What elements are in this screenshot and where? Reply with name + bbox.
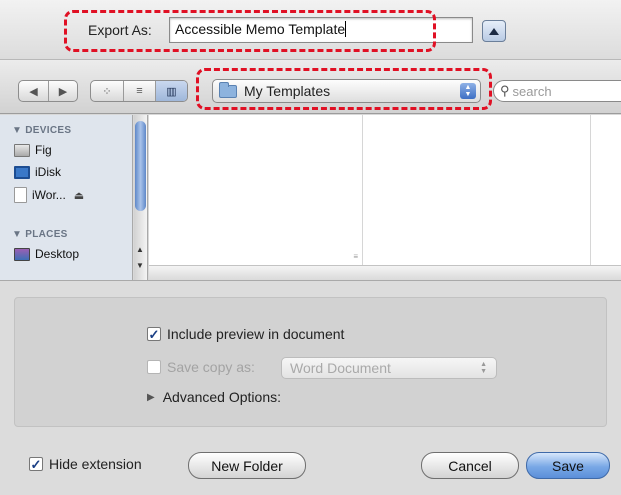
hide-extension-checkbox[interactable]: ✓ Hide extension xyxy=(29,456,142,472)
sidebar-item-label: Fig xyxy=(35,143,52,157)
sidebar-item-label: Desktop xyxy=(35,247,80,261)
column-resize-grip[interactable]: ≡ xyxy=(353,252,358,261)
text-caret xyxy=(345,21,347,37)
checkmark-icon: ✓ xyxy=(147,326,161,342)
sidebar-header-places: ▼ PLACES xyxy=(12,229,68,240)
popup-arrows-icon: ▲ ▼ xyxy=(480,361,487,375)
save-copy-checkbox[interactable]: Save copy as: xyxy=(147,359,255,375)
forward-arrow-icon[interactable]: ▶ xyxy=(48,81,77,101)
location-popup[interactable]: My Templates ▲ ▼ xyxy=(212,79,481,103)
location-label: My Templates xyxy=(244,83,331,99)
include-preview-checkbox[interactable]: ✓ Include preview in document xyxy=(147,326,344,342)
save-copy-label: Save copy as: xyxy=(167,359,255,375)
collapse-toggle-button[interactable] xyxy=(482,20,506,42)
sidebar-item-idisk[interactable]: iDisk xyxy=(14,165,61,179)
checkmark-icon: ✓ xyxy=(29,456,43,472)
icon-view-icon[interactable]: ⁘ xyxy=(91,81,123,101)
browser-column[interactable] xyxy=(363,115,591,265)
column-view-icon[interactable]: ▥ xyxy=(155,81,187,101)
search-icon: ⚲ xyxy=(500,83,510,98)
disk-image-icon xyxy=(14,187,27,203)
scroll-up-icon[interactable]: ▲ xyxy=(136,245,144,254)
cancel-button[interactable]: Cancel xyxy=(421,452,519,479)
browser-toolbar: ◀ ▶ ⁘ ≡ ▥ My Templates ▲ ▼ ⚲ search xyxy=(0,60,621,114)
scroll-down-icon[interactable]: ▼ xyxy=(136,261,144,270)
hide-extension-label: Hide extension xyxy=(49,456,142,472)
view-mode-control: ⁘ ≡ ▥ xyxy=(90,80,188,102)
browser-column[interactable]: ≡ xyxy=(149,115,363,265)
eject-icon[interactable]: ⏏ xyxy=(74,189,84,202)
search-placeholder: search xyxy=(512,83,552,99)
export-filename-input[interactable]: Accessible Memo Template xyxy=(169,17,473,43)
idisk-icon xyxy=(14,165,30,179)
export-bar: Export As: Accessible Memo Template xyxy=(0,0,621,60)
folder-icon xyxy=(219,81,237,98)
sidebar-item-label: iDisk xyxy=(35,165,61,179)
desktop-icon xyxy=(14,247,30,261)
horizontal-scrollbar[interactable] xyxy=(149,265,621,280)
export-filename-text: Accessible Memo Template xyxy=(175,21,346,37)
save-button[interactable]: Save xyxy=(526,452,610,479)
back-forward-control: ◀ ▶ xyxy=(18,80,78,102)
include-preview-label: Include preview in document xyxy=(167,326,345,342)
sidebar: ▼ DEVICES Fig iDisk iWor... ⏏ ▼ PLACES D… xyxy=(0,115,133,280)
list-view-icon[interactable]: ≡ xyxy=(123,81,155,101)
column-browser[interactable]: ≡ xyxy=(149,115,621,280)
sidebar-item-iwork[interactable]: iWor... ⏏ xyxy=(14,187,84,203)
hard-drive-icon xyxy=(14,143,30,157)
format-popup[interactable]: Word Document ▲ ▼ xyxy=(281,357,497,379)
scrollbar-thumb[interactable] xyxy=(135,121,146,211)
advanced-options-disclosure[interactable]: ▶ Advanced Options: xyxy=(147,389,281,405)
triangle-up-icon xyxy=(489,27,499,35)
sidebar-item-desktop[interactable]: Desktop xyxy=(14,247,79,261)
export-as-label: Export As: xyxy=(88,22,152,38)
sidebar-item-label: iWor... xyxy=(32,188,66,202)
sidebar-header-devices: ▼ DEVICES xyxy=(12,125,72,136)
sidebar-scrollbar[interactable]: ▲ ▼ xyxy=(134,115,148,280)
new-folder-button[interactable]: New Folder xyxy=(188,452,306,479)
search-field[interactable]: ⚲ search xyxy=(493,80,621,102)
unchecked-box-icon xyxy=(147,360,161,374)
advanced-options-label: Advanced Options: xyxy=(162,389,281,405)
back-arrow-icon[interactable]: ◀ xyxy=(19,81,48,101)
popup-arrows-icon: ▲ ▼ xyxy=(460,83,476,99)
disclosure-triangle-icon: ▶ xyxy=(147,391,155,403)
format-value: Word Document xyxy=(290,360,391,376)
sidebar-item-fig[interactable]: Fig xyxy=(14,143,52,157)
